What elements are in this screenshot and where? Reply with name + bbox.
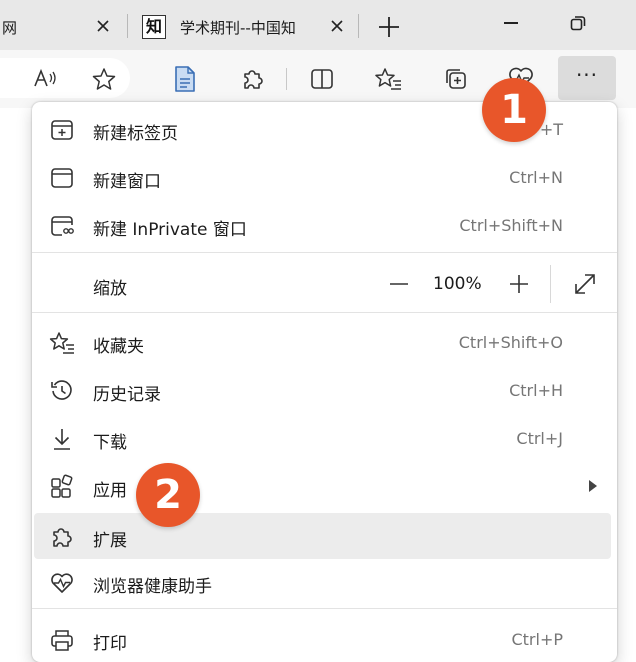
zoom-out-icon[interactable] bbox=[386, 271, 412, 297]
restore-icon[interactable] bbox=[570, 15, 586, 31]
collections-icon[interactable] bbox=[443, 66, 469, 92]
site-favicon: 知 bbox=[142, 15, 166, 39]
minimize-icon[interactable] bbox=[504, 22, 518, 24]
menu-divider bbox=[32, 312, 617, 313]
chevron-right-icon bbox=[589, 480, 597, 492]
download-icon bbox=[50, 427, 74, 451]
inprivate-icon bbox=[50, 214, 74, 238]
print-icon bbox=[50, 628, 74, 652]
menu-item-extensions[interactable]: 扩展 bbox=[34, 513, 611, 559]
step-badge-1: 1 bbox=[482, 78, 546, 142]
apps-icon bbox=[50, 474, 74, 499]
tab-strip: 网 知 学术期刊--中国知 bbox=[0, 0, 636, 50]
menu-item-print[interactable]: 打印 Ctrl+P bbox=[34, 616, 611, 662]
menu-item-zoom: 缩放 100% bbox=[34, 261, 611, 307]
tab-separator bbox=[358, 14, 359, 38]
menu-item-shortcut: Ctrl+N bbox=[509, 168, 563, 187]
more-button[interactable]: ··· bbox=[558, 56, 616, 100]
close-icon[interactable] bbox=[94, 17, 112, 35]
extensions-icon bbox=[50, 525, 74, 549]
tab-title: 网 bbox=[2, 19, 18, 37]
menu-divider bbox=[32, 608, 617, 609]
menu-item-label: 收藏夹 bbox=[93, 337, 144, 357]
tab-active[interactable]: 知 学术期刊--中国知 bbox=[134, 6, 354, 46]
close-icon[interactable] bbox=[328, 17, 346, 35]
document-icon[interactable] bbox=[172, 66, 198, 92]
new-tab-plus-icon[interactable] bbox=[376, 14, 402, 40]
menu-item-label: 打印 bbox=[93, 634, 127, 654]
menu-item-label: 浏览器健康助手 bbox=[93, 577, 212, 597]
menu-item-downloads[interactable]: 下载 Ctrl+J bbox=[34, 415, 611, 461]
fullscreen-icon[interactable] bbox=[572, 271, 598, 297]
zoom-value: 100% bbox=[433, 274, 482, 294]
favorites-icon bbox=[49, 331, 74, 355]
zoom-in-icon[interactable] bbox=[506, 271, 532, 297]
more-icon: ··· bbox=[575, 63, 599, 87]
zoom-divider bbox=[550, 265, 551, 303]
menu-item-shortcut: Ctrl+P bbox=[511, 630, 563, 649]
menu-divider bbox=[32, 252, 617, 253]
menu-item-shortcut: Ctrl+H bbox=[509, 381, 563, 400]
menu-item-label: 下载 bbox=[93, 433, 127, 453]
new-tab-icon bbox=[50, 118, 74, 142]
menu-item-label: 新建 InPrivate 窗口 bbox=[93, 220, 247, 240]
favorite-star-icon[interactable] bbox=[91, 66, 117, 92]
tab-previous[interactable]: 网 bbox=[0, 6, 122, 46]
menu-item-label: 历史记录 bbox=[93, 385, 161, 405]
menu-item-label: 扩展 bbox=[93, 531, 127, 551]
favorites-list-icon[interactable] bbox=[375, 66, 402, 92]
menu-item-new-window[interactable]: 新建窗口 Ctrl+N bbox=[34, 154, 611, 200]
menu-item-inprivate[interactable]: 新建 InPrivate 窗口 Ctrl+Shift+N bbox=[34, 202, 611, 248]
step-badge-2: 2 bbox=[136, 463, 200, 527]
menu-item-shortcut: Ctrl+J bbox=[516, 429, 563, 448]
menu-item-label: 新建标签页 bbox=[93, 124, 178, 144]
menu-item-apps[interactable]: 应用 bbox=[34, 463, 611, 509]
toolbar-divider bbox=[286, 68, 287, 90]
extensions-icon[interactable] bbox=[240, 66, 266, 92]
new-window-icon bbox=[50, 166, 74, 190]
history-icon bbox=[50, 379, 74, 403]
menu-item-favorites[interactable]: 收藏夹 Ctrl+Shift+O bbox=[34, 319, 611, 365]
tab-title: 学术期刊--中国知 bbox=[180, 19, 296, 37]
read-aloud-icon[interactable] bbox=[32, 66, 58, 92]
menu-item-shortcut: Ctrl+Shift+N bbox=[459, 216, 563, 235]
menu-item-shortcut: Ctrl+Shift+O bbox=[458, 333, 563, 352]
menu-item-label: 新建窗口 bbox=[93, 172, 161, 192]
tab-separator bbox=[127, 14, 128, 38]
split-screen-icon[interactable] bbox=[309, 66, 335, 92]
settings-menu: 新建标签页 +T 新建窗口 Ctrl+N 新建 InPrivate 窗口 Ctr… bbox=[32, 102, 617, 662]
health-icon bbox=[50, 571, 74, 595]
menu-item-history[interactable]: 历史记录 Ctrl+H bbox=[34, 367, 611, 413]
menu-item-label: 应用 bbox=[93, 481, 127, 501]
zoom-label: 缩放 bbox=[93, 279, 127, 299]
menu-item-browser-health[interactable]: 浏览器健康助手 bbox=[34, 559, 611, 605]
